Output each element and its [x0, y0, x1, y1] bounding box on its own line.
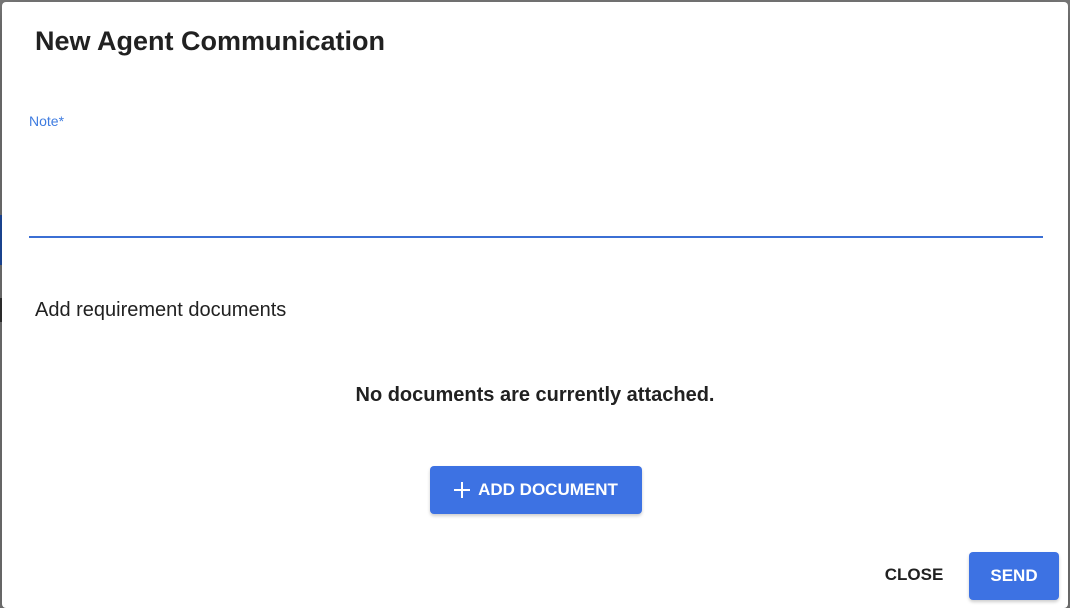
- send-button[interactable]: SEND: [969, 552, 1059, 600]
- add-document-label: ADD DOCUMENT: [478, 480, 618, 499]
- note-label: Note*: [29, 113, 65, 129]
- close-button[interactable]: CLOSE: [872, 557, 956, 593]
- note-field: Note*: [29, 111, 1043, 239]
- add-document-button[interactable]: ADD DOCUMENT: [430, 466, 642, 514]
- empty-documents-message: No documents are currently attached.: [355, 384, 715, 406]
- new-agent-communication-dialog: New Agent Communication Note* Add requir…: [2, 2, 1068, 608]
- note-input[interactable]: [29, 137, 1043, 233]
- note-underline: [29, 236, 1043, 238]
- documents-heading: Add requirement documents: [35, 299, 287, 321]
- plus-icon: [454, 482, 471, 498]
- dialog-title: New Agent Communication: [35, 26, 386, 56]
